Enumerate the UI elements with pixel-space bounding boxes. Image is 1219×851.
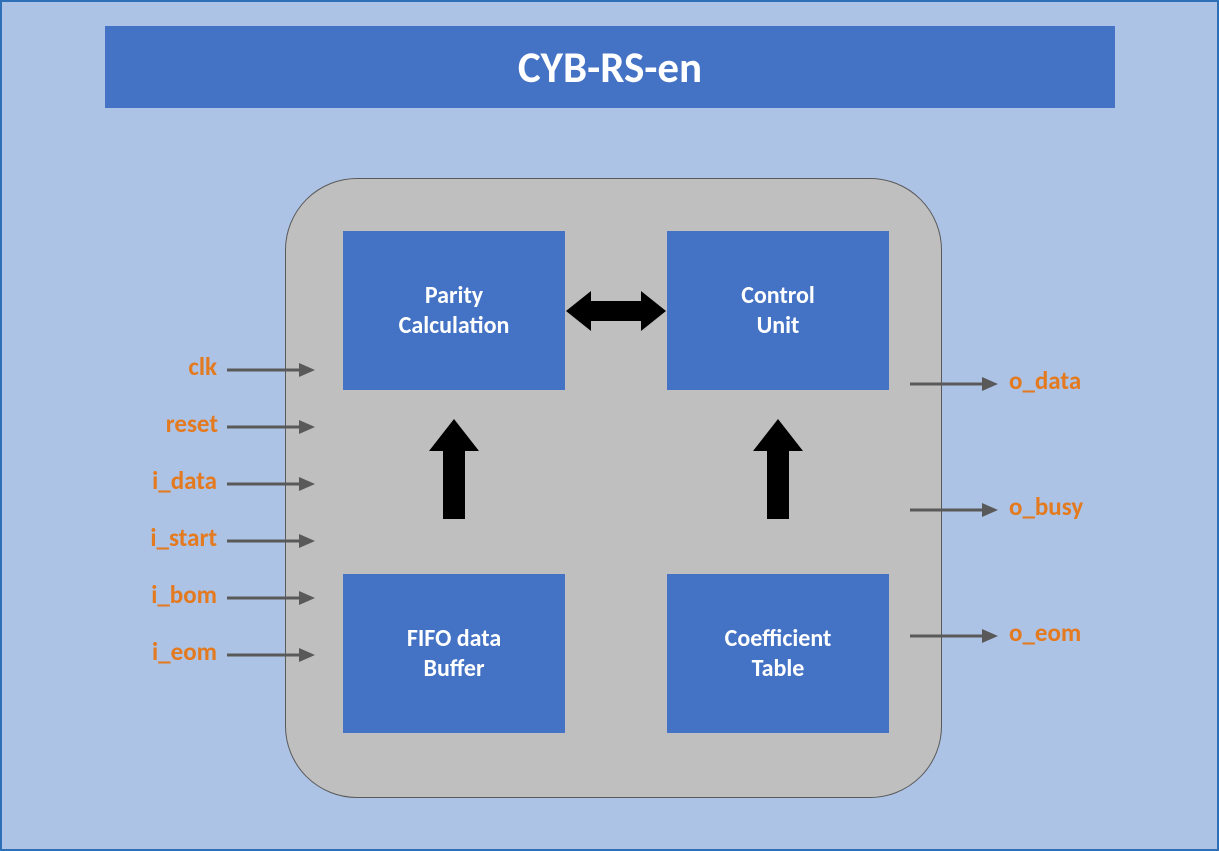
block-coefficient-table: Coefficient Table bbox=[667, 574, 889, 733]
arrow-in-istart-icon bbox=[227, 530, 315, 552]
signal-i-data: i_data bbox=[125, 465, 217, 496]
arrow-bidirectional-icon bbox=[566, 286, 666, 336]
signal-clk: clk bbox=[162, 351, 217, 382]
arrow-out-obusy-icon bbox=[910, 499, 998, 521]
arrow-in-idata-icon bbox=[227, 473, 315, 495]
block-control-unit: Control Unit bbox=[667, 231, 889, 390]
arrow-in-clk-icon bbox=[227, 359, 315, 381]
block-fifo-buffer: FIFO data Buffer bbox=[343, 574, 565, 733]
block-control-line2: Unit bbox=[757, 311, 800, 341]
signal-i-start: i_start bbox=[119, 522, 217, 553]
arrow-up-fifo-icon bbox=[429, 419, 479, 519]
signal-o-eom: o_eom bbox=[1009, 617, 1081, 648]
arrow-in-reset-icon bbox=[227, 416, 315, 438]
block-control-line1: Control bbox=[741, 281, 815, 311]
block-parity-line2: Calculation bbox=[399, 311, 510, 341]
arrow-out-oeom-icon bbox=[910, 625, 998, 647]
arrow-up-coeff-icon bbox=[753, 419, 803, 519]
signal-o-data: o_data bbox=[1009, 365, 1081, 396]
arrow-in-ieom-icon bbox=[227, 644, 315, 666]
block-coeff-line2: Table bbox=[752, 654, 805, 684]
arrow-in-ibom-icon bbox=[227, 587, 315, 609]
block-fifo-line1: FIFO data bbox=[407, 624, 501, 654]
module-container: Parity Calculation Control Unit FIFO dat… bbox=[285, 178, 942, 798]
title-bar: CYB-RS-en bbox=[105, 26, 1115, 108]
block-coeff-line1: Coefficient bbox=[725, 624, 832, 654]
signal-i-bom: i_bom bbox=[125, 579, 217, 610]
title-text: CYB-RS-en bbox=[518, 41, 702, 94]
arrow-out-odata-icon bbox=[910, 373, 998, 395]
signal-o-busy: o_busy bbox=[1009, 491, 1083, 522]
block-parity-calculation: Parity Calculation bbox=[343, 231, 565, 390]
signal-i-eom: i_eom bbox=[125, 636, 217, 667]
signal-reset: reset bbox=[138, 408, 218, 439]
block-fifo-line2: Buffer bbox=[424, 654, 485, 684]
block-parity-line1: Parity bbox=[425, 281, 483, 311]
